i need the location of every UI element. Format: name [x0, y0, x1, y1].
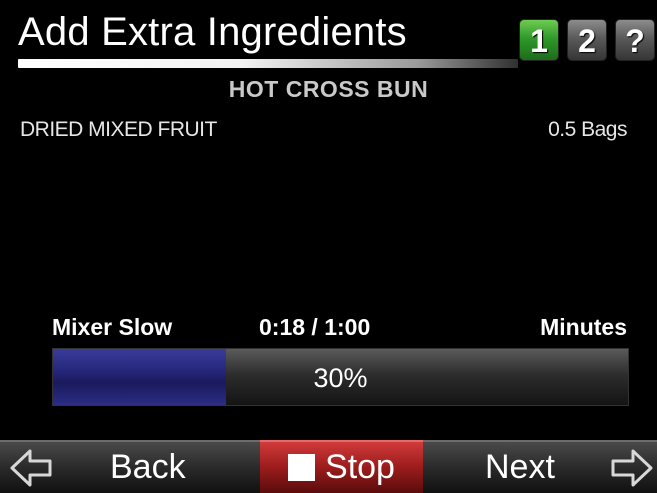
mixer-progress-bar: 30% — [52, 348, 629, 406]
step-tabs: 1 2 ? — [519, 19, 655, 61]
tab-help[interactable]: ? — [615, 19, 655, 61]
stop-button-label: Stop — [325, 448, 395, 486]
progress-percent: 30% — [313, 363, 368, 393]
tab-step-2[interactable]: 2 — [567, 19, 607, 61]
next-button-label: Next — [485, 448, 555, 486]
recipe-name: HOT CROSS BUN — [228, 76, 429, 102]
stop-button[interactable]: Stop — [260, 440, 423, 493]
back-button-label: Back — [110, 448, 186, 486]
ingredient-name: DRIED MIXED FRUIT — [20, 118, 217, 141]
ingredient-row: DRIED MIXED FRUIT 0.5 Bags — [20, 118, 627, 142]
mixer-status-row: Mixer Slow 0:18 / 1:00 Minutes — [52, 314, 627, 341]
mixer-label: Mixer Slow — [52, 314, 173, 340]
bottom-navigation-bar: Back Stop Next — [0, 440, 657, 493]
arrow-left-icon — [10, 449, 52, 487]
arrow-right-icon — [611, 449, 653, 487]
title-underline — [18, 59, 518, 68]
stop-square-icon — [288, 454, 316, 481]
page-title: Add Extra Ingredients — [18, 10, 407, 54]
back-button[interactable]: Back — [0, 440, 260, 493]
tab-step-1[interactable]: 1 — [519, 19, 559, 61]
ingredient-quantity: 0.5 Bags — [548, 118, 627, 141]
mixer-unit: Minutes — [540, 314, 627, 340]
next-button[interactable]: Next — [423, 440, 657, 493]
mixer-time: 0:18 / 1:00 — [259, 314, 371, 340]
